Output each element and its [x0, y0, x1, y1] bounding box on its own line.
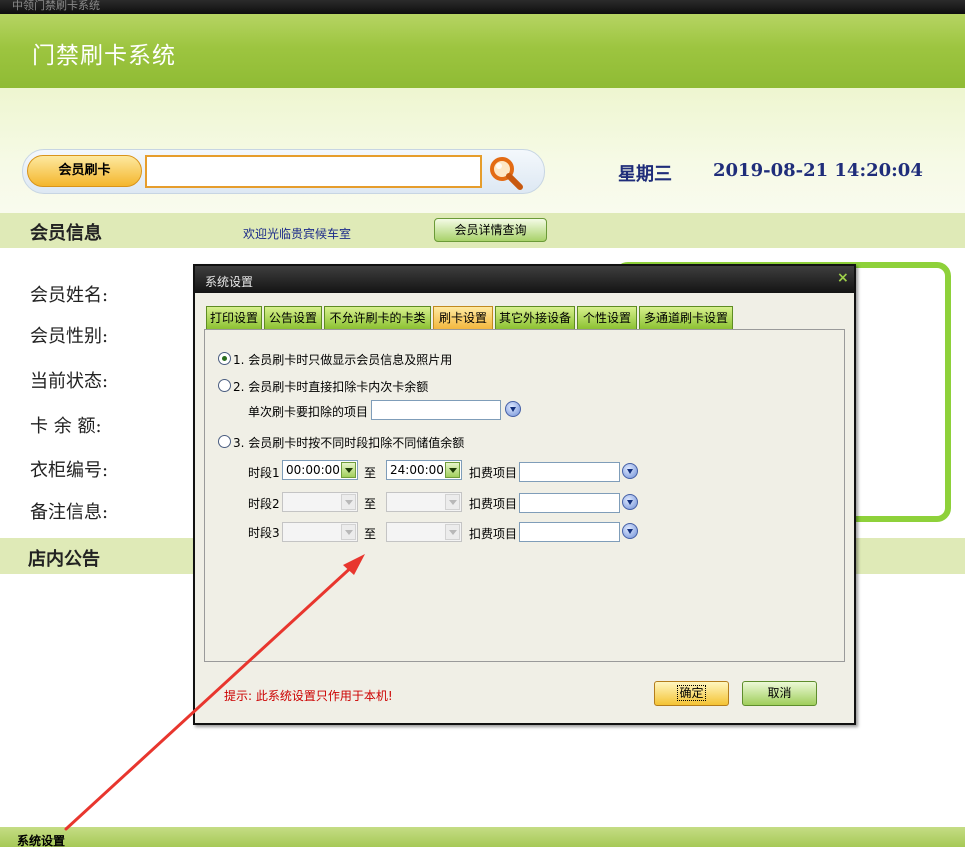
period-3-label: 时段3 [248, 526, 280, 540]
field-locker-number: 衣柜编号: [30, 460, 109, 481]
ok-button[interactable]: 确定 [654, 681, 729, 706]
tab-multichannel-settings[interactable]: 多通道刷卡设置 [639, 306, 733, 331]
option-2-label: 2. 会员刷卡时直接扣除卡内次卡余额 [233, 380, 429, 394]
period-1-item-dropdown-icon[interactable] [622, 463, 638, 479]
app-title: 门禁刷卡系统 [32, 43, 176, 69]
notice-title: 店内公告 [28, 549, 100, 570]
search-icon[interactable] [488, 155, 524, 191]
field-card-balance: 卡 余 额: [30, 416, 102, 437]
period-1-end-select[interactable]: 24:00:00 [386, 460, 462, 480]
period-2-item-input[interactable] [519, 493, 620, 513]
field-member-name: 会员姓名: [30, 285, 109, 306]
period-1-label: 时段1 [248, 466, 280, 480]
deduct-item-dropdown-icon[interactable] [505, 401, 521, 417]
chevron-down-icon[interactable] [445, 494, 460, 510]
period-3-end-select[interactable] [386, 522, 462, 542]
window-title: 中领门禁刷卡系统 [12, 0, 100, 12]
deduct-item-input[interactable] [371, 400, 501, 420]
ok-button-label: 确定 [677, 685, 706, 701]
period-1-item-label: 扣费项目 [469, 466, 518, 480]
deduct-item-label: 单次刷卡要扣除的项目 [248, 405, 369, 419]
dialog-hint: 提示: 此系统设置只作用于本机! [224, 689, 393, 703]
period-1-to-label: 至 [364, 466, 377, 480]
field-remark: 备注信息: [30, 502, 109, 523]
period-1-start-value: 00:00:00 [286, 463, 340, 477]
radio-option-1[interactable] [218, 352, 231, 365]
period-1-item-input[interactable] [519, 462, 620, 482]
app-header: 门禁刷卡系统 [0, 14, 965, 88]
period-3-item-dropdown-icon[interactable] [622, 523, 638, 539]
card-swipe-label: 会员刷卡 [27, 155, 142, 187]
status-bar [0, 827, 965, 847]
system-settings-link[interactable]: 系统设置 [17, 832, 65, 847]
tab-personal-settings[interactable]: 个性设置 [577, 306, 637, 331]
radio-option-3[interactable] [218, 435, 231, 448]
welcome-text: 欢迎光临贵宾候车室 [243, 227, 352, 241]
tab-print-settings[interactable]: 打印设置 [206, 306, 262, 331]
tab-disallowed-card-types[interactable]: 不允许刷卡的卡类 [324, 306, 431, 331]
window-titlebar: 中领门禁刷卡系统 [0, 0, 965, 14]
system-settings-dialog: 系统设置 × 打印设置 公告设置 不允许刷卡的卡类 刷卡设置 其它外接设备 个性… [193, 264, 856, 725]
period-3-item-input[interactable] [519, 522, 620, 542]
member-info-title: 会员信息 [30, 223, 102, 244]
period-2-start-select[interactable] [282, 492, 358, 512]
period-2-item-dropdown-icon[interactable] [622, 494, 638, 510]
chevron-down-icon[interactable] [341, 494, 356, 510]
member-detail-button[interactable]: 会员详情查询 [434, 218, 547, 242]
cancel-button[interactable]: 取消 [742, 681, 817, 706]
period-2-item-label: 扣费项目 [469, 497, 518, 511]
chevron-down-icon[interactable] [341, 462, 356, 478]
chevron-down-icon[interactable] [341, 524, 356, 540]
period-1-end-value: 24:00:00 [390, 463, 444, 477]
period-2-to-label: 至 [364, 497, 377, 511]
option-1-label: 1. 会员刷卡时只做显示会员信息及照片用 [233, 353, 453, 367]
field-member-gender: 会员性别: [30, 326, 109, 347]
chevron-down-icon[interactable] [445, 462, 460, 478]
period-3-item-label: 扣费项目 [469, 527, 518, 541]
datetime-label: 2019-08-21 14:20:04 [713, 160, 923, 181]
card-swipe-settings-panel: 1. 会员刷卡时只做显示会员信息及照片用 2. 会员刷卡时直接扣除卡内次卡余额 … [204, 329, 845, 662]
radio-option-2[interactable] [218, 379, 231, 392]
period-3-start-select[interactable] [282, 522, 358, 542]
card-number-input[interactable] [145, 155, 482, 188]
dialog-title: 系统设置 [205, 275, 254, 289]
chevron-down-icon[interactable] [445, 524, 460, 540]
option-3-label: 3. 会员刷卡时按不同时段扣除不同储值余额 [233, 436, 465, 450]
tab-external-devices[interactable]: 其它外接设备 [495, 306, 575, 331]
field-current-status: 当前状态: [30, 371, 109, 392]
period-3-to-label: 至 [364, 527, 377, 541]
period-2-label: 时段2 [248, 497, 280, 511]
weekday-label: 星期三 [618, 164, 672, 185]
dialog-titlebar: 系统设置 × [195, 266, 854, 293]
tab-notice-settings[interactable]: 公告设置 [264, 306, 322, 331]
close-icon[interactable]: × [837, 271, 851, 285]
tab-card-swipe-settings[interactable]: 刷卡设置 [433, 306, 493, 331]
period-1-start-select[interactable]: 00:00:00 [282, 460, 358, 480]
period-2-end-select[interactable] [386, 492, 462, 512]
